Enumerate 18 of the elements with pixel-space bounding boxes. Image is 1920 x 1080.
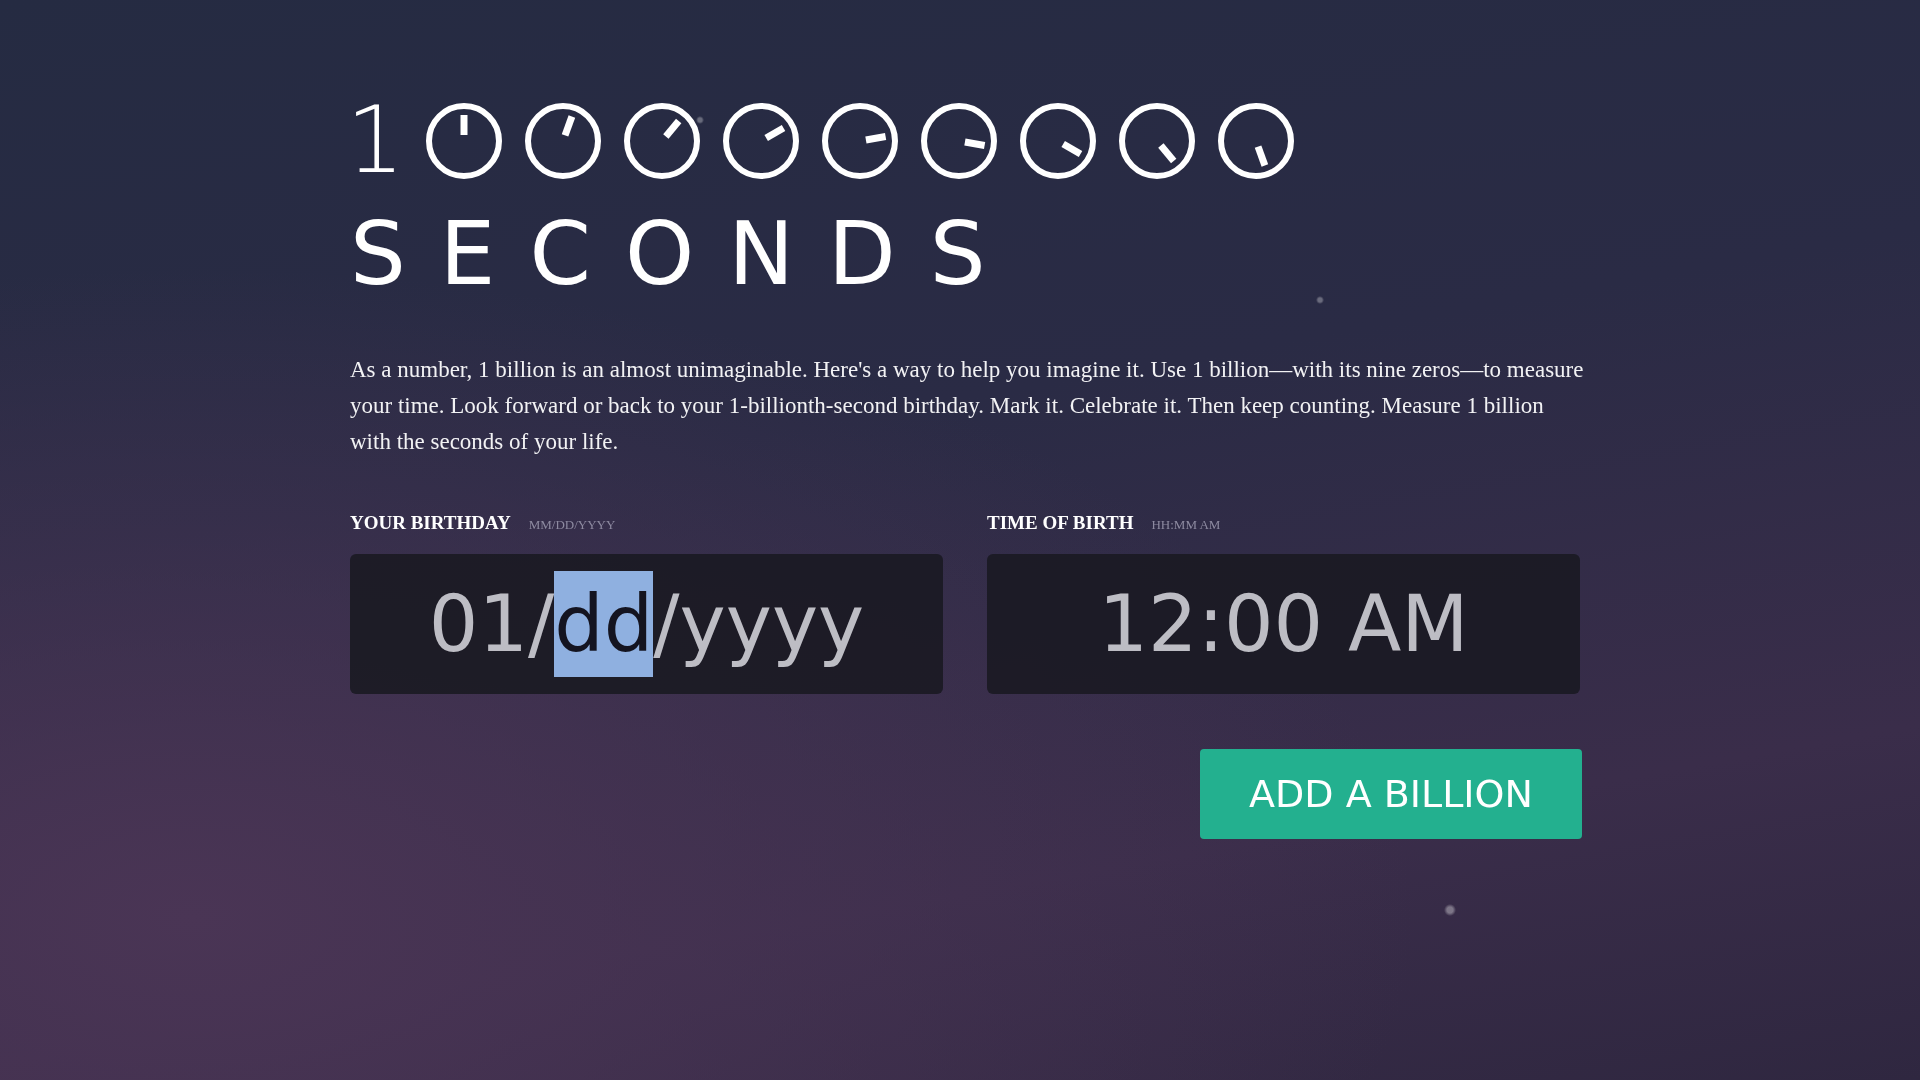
intro-paragraph: As a number, 1 billion is an almost unimaginable. Here's a way to help you imagine it. Use 1 billion—with its nine zeros—to measure your time. Look forward or back to your 1-billionth-second birthday. Mark it. Celebrate it. Then keep counting. Measure 1 billion with the seconds of your life. — [350, 356, 1585, 456]
field-label: YOUR BIRTHDAY — [350, 512, 511, 534]
format-hint: HH:MM AM — [1151, 517, 1221, 533]
clock-icon — [621, 101, 702, 181]
date-field[interactable]: 01/dd/yyyy — [350, 554, 943, 694]
time-field[interactable]: 12:00 AM — [987, 554, 1580, 694]
clock-icon — [1017, 101, 1098, 181]
clock-icon — [423, 101, 504, 181]
title-digit: 1 — [346, 96, 405, 186]
title-word: SECONDS — [350, 204, 1020, 304]
format-hint: MM/DD/YYYY — [528, 517, 616, 533]
clock-icon — [720, 101, 801, 181]
clock-icon — [819, 101, 900, 181]
clock-icon — [918, 101, 999, 181]
field-label: TIME OF BIRTH — [987, 512, 1134, 534]
clock-icon — [1116, 101, 1197, 181]
clock-icon — [522, 101, 603, 181]
clock-icon — [1215, 101, 1296, 181]
